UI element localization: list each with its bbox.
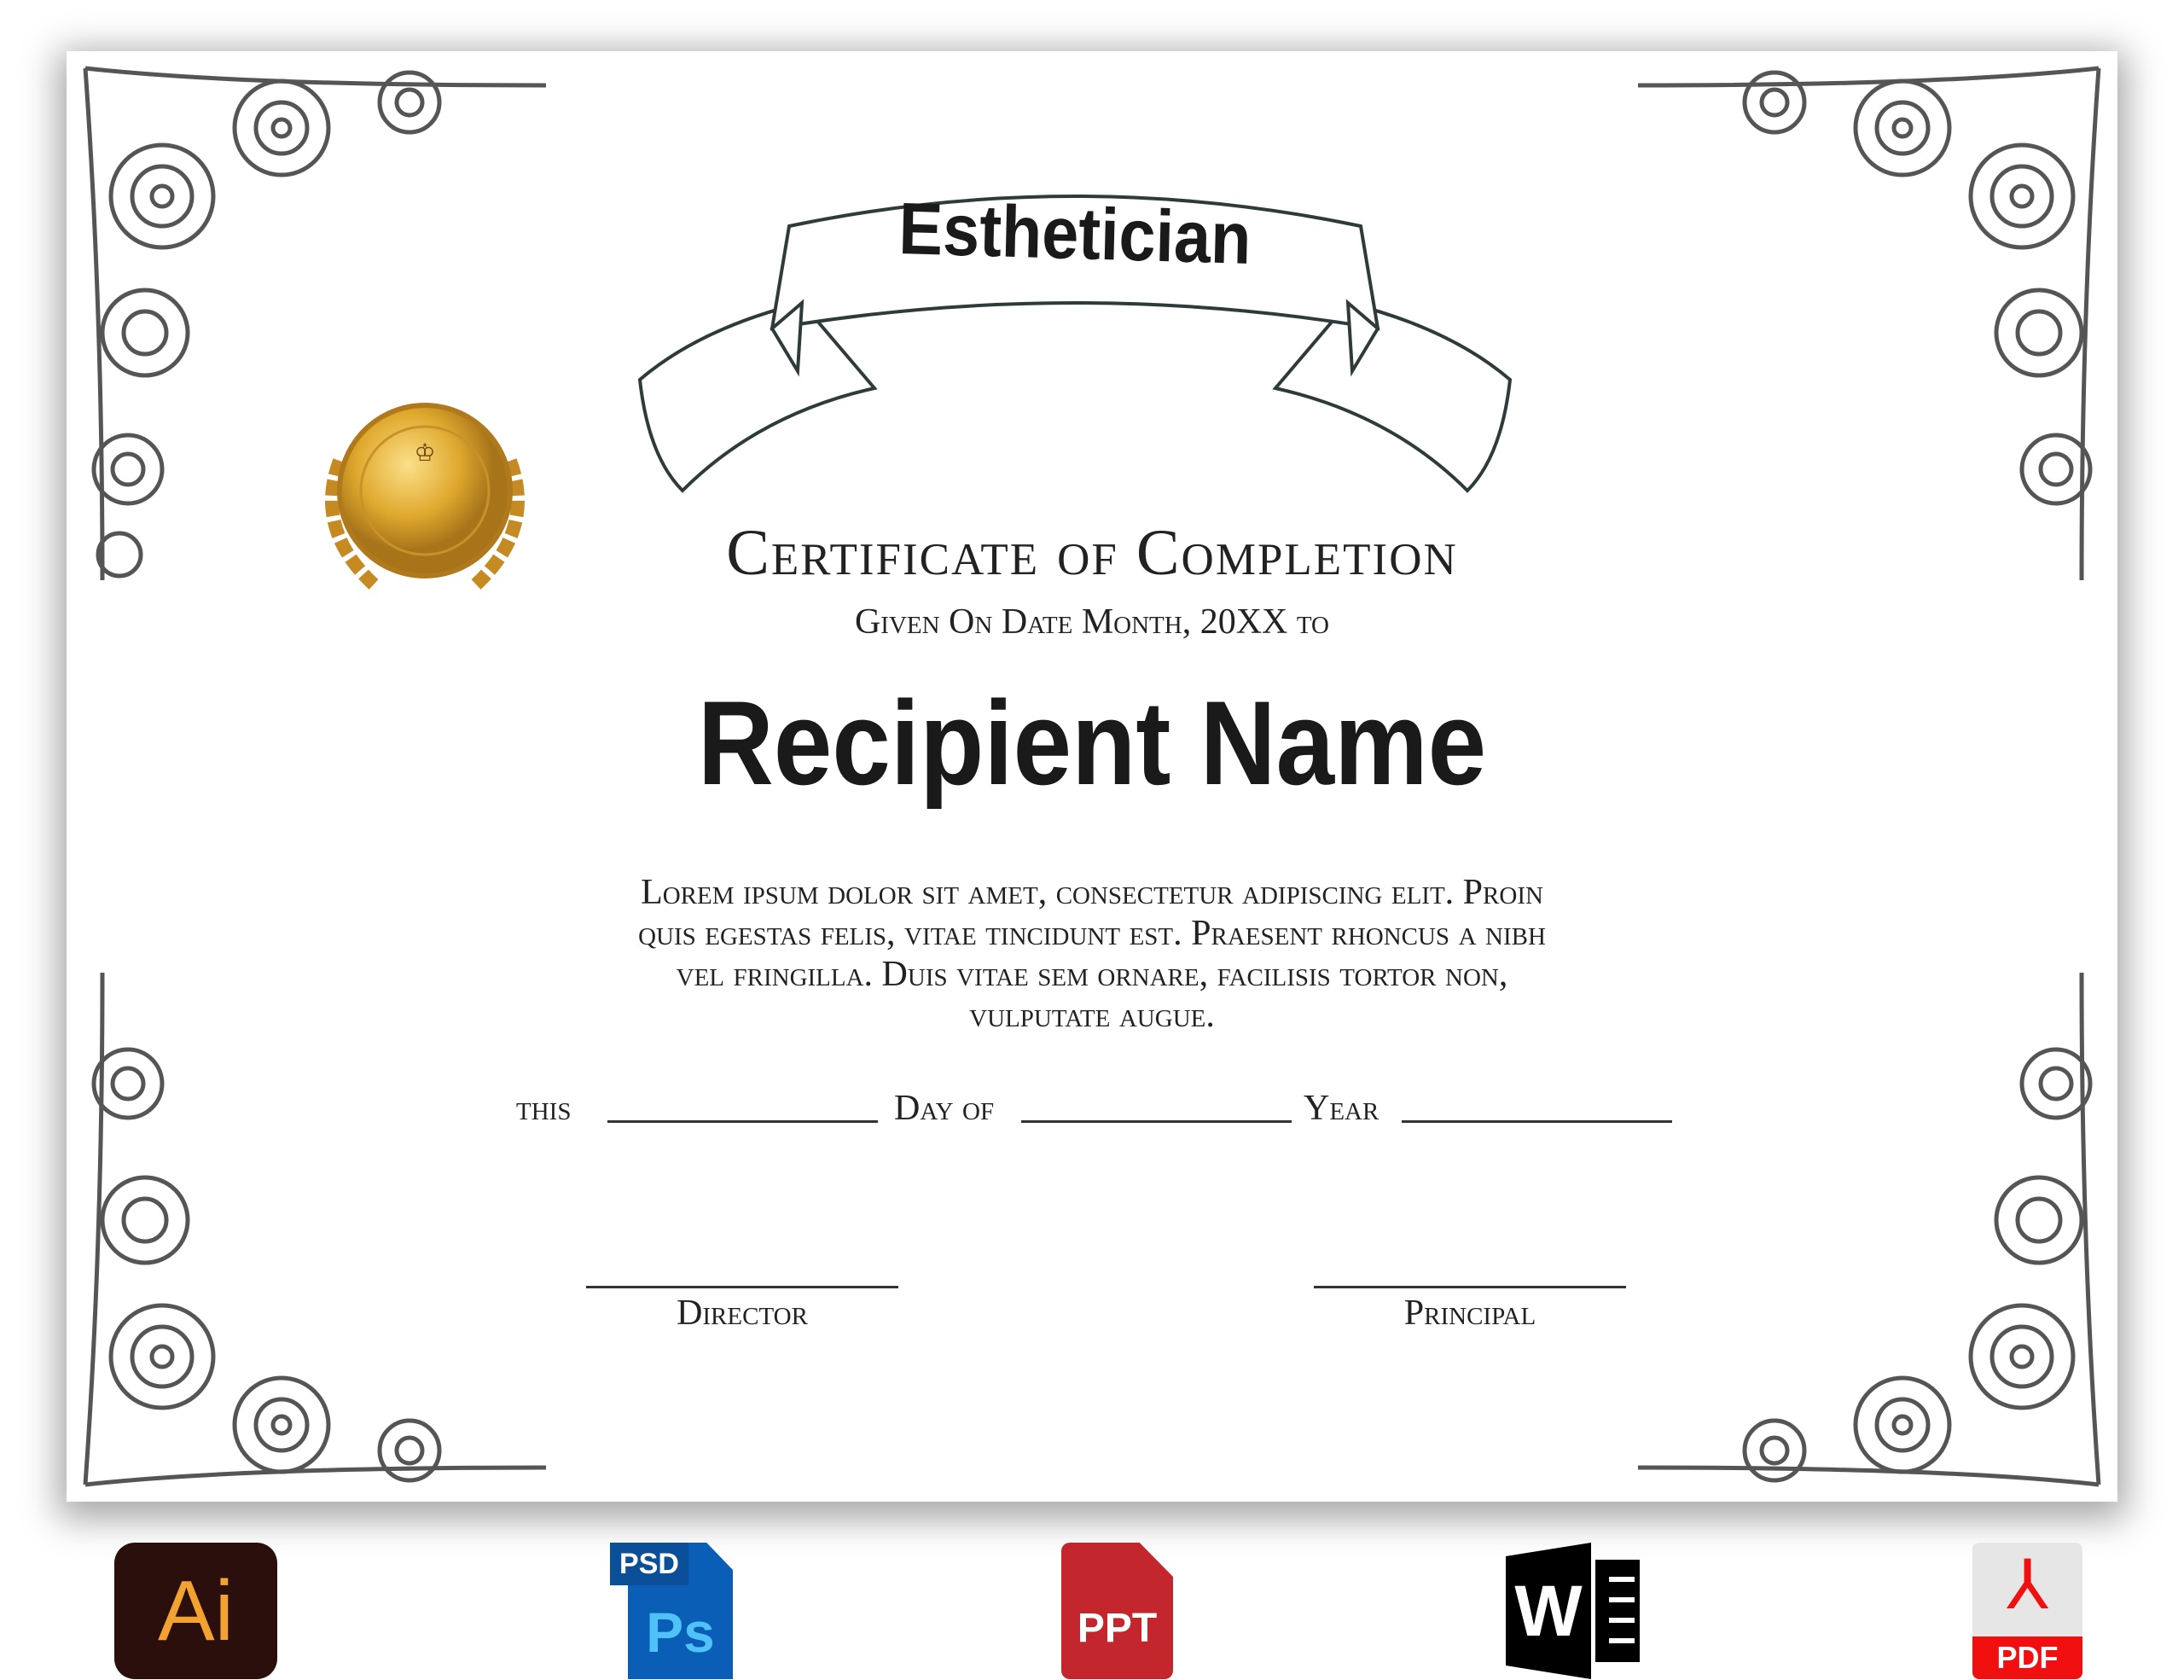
recipient-name: Recipient Name	[697, 676, 1487, 810]
body-text: Lorem ipsum dolor sit amet, consectetur …	[0, 872, 2184, 1036]
illustrator-icon: Ai	[114, 1543, 277, 1679]
director-label: Director	[677, 1293, 808, 1333]
body-line: quis egestas felis, vitae tincidunt est.…	[638, 914, 1546, 953]
pdf-label: PDF	[1972, 1636, 2082, 1679]
principal-signature-line[interactable]	[1314, 1286, 1626, 1288]
certificate-heading: Certificate of Completion	[726, 517, 1458, 589]
ornament-top-right-icon	[1637, 66, 2101, 581]
year-blank[interactable]	[1402, 1120, 1672, 1123]
this-label: this	[516, 1089, 572, 1128]
principal-label: Principal	[1403, 1293, 1536, 1333]
body-line: Lorem ipsum dolor sit amet, consectetur …	[641, 873, 1543, 912]
word-lines-icon	[1595, 1560, 1640, 1662]
this-blank[interactable]	[607, 1120, 878, 1123]
given-on-text: Given On Date Month, 20XX to	[854, 602, 1330, 642]
director-signature-line[interactable]	[586, 1286, 898, 1288]
ppt-label: PPT	[1077, 1605, 1158, 1651]
acrobat-icon: ⅄	[2007, 1545, 2048, 1625]
ai-label: Ai	[158, 1562, 234, 1659]
ornament-bottom-right-icon	[1637, 972, 2101, 1487]
powerpoint-icon: PPT	[1061, 1543, 1173, 1679]
body-line: vel fringilla. Duis vitae sem ornare, fa…	[676, 955, 1508, 994]
svg-text:♔: ♔	[414, 440, 435, 467]
day-of-label: Day of	[894, 1089, 995, 1128]
body-line: vulputate augue.	[969, 996, 1215, 1035]
day-of-blank[interactable]	[1021, 1120, 1292, 1123]
psd-tag: PSD	[610, 1543, 688, 1585]
ornament-bottom-left-icon	[83, 972, 547, 1487]
pdf-icon: ⅄ PDF	[1972, 1543, 2082, 1679]
word-icon: W	[1506, 1543, 1591, 1679]
word-label: W	[1514, 1570, 1583, 1651]
year-label: Year	[1304, 1089, 1380, 1128]
ps-label: Ps	[646, 1601, 715, 1664]
